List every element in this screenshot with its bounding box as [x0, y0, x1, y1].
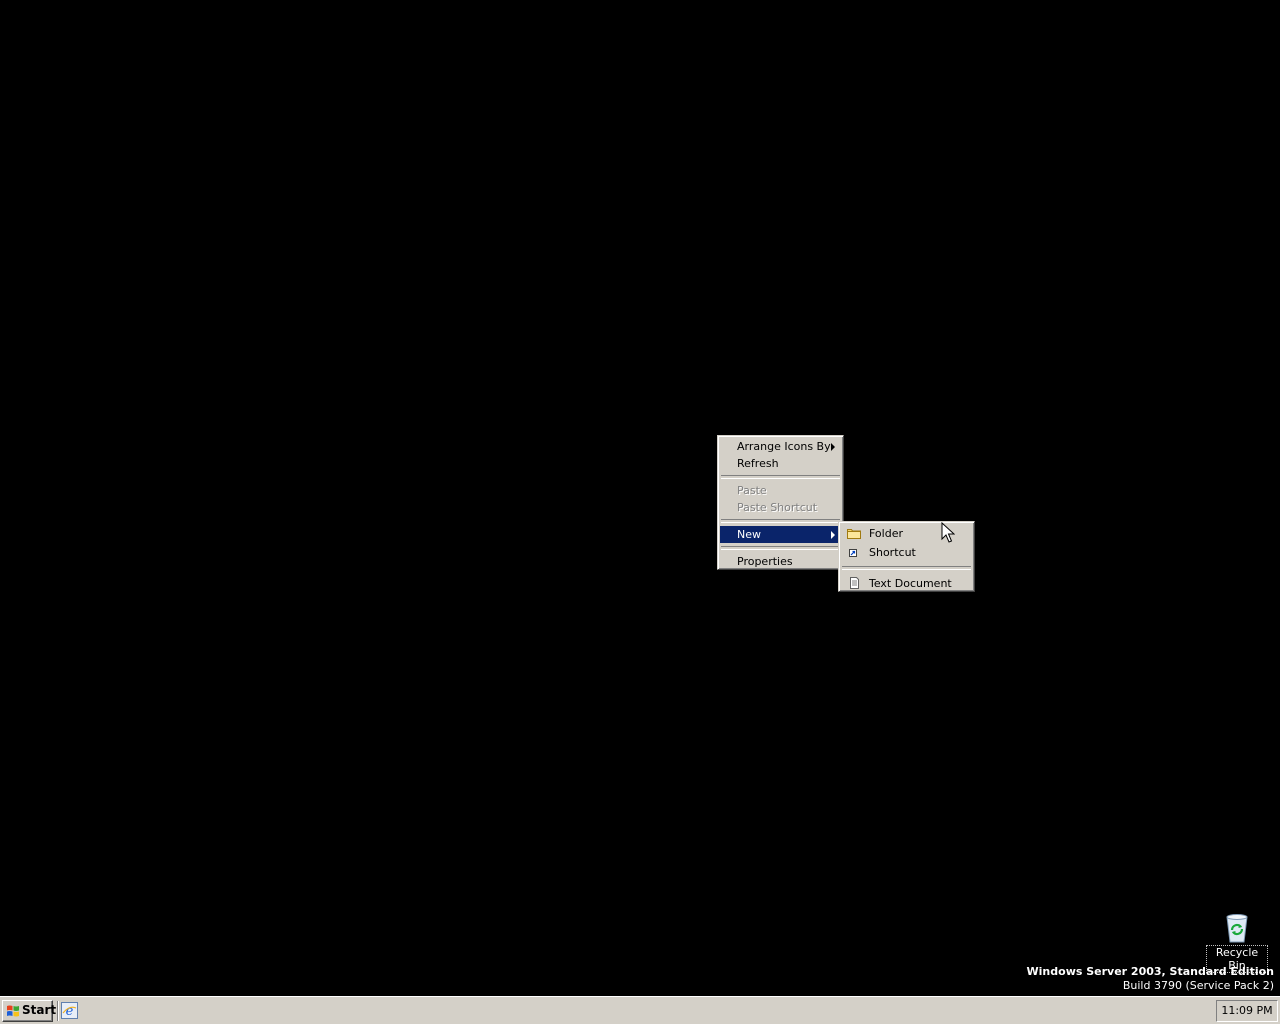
menu-item-label: Arrange Icons By: [737, 440, 831, 453]
svg-text:e: e: [66, 1004, 74, 1019]
submenu-item-shortcut[interactable]: Shortcut: [841, 543, 972, 562]
menu-separator: [721, 546, 840, 550]
clock-text: 11:09 PM: [1221, 1004, 1273, 1017]
internet-explorer-icon[interactable]: e: [61, 1002, 78, 1019]
menu-item-label: New: [737, 528, 761, 541]
menu-item-label: Shortcut: [869, 546, 916, 559]
quick-launch-separator: [57, 1001, 59, 1021]
menu-separator: [721, 519, 840, 523]
folder-icon: [847, 529, 861, 539]
menu-item-label: Refresh: [737, 457, 779, 470]
menu-item-new[interactable]: New: [720, 526, 841, 543]
menu-item-label: Paste Shortcut: [737, 501, 818, 514]
start-label: Start: [22, 1003, 57, 1017]
menu-item-label: Properties: [737, 555, 793, 568]
windows-logo-icon: [7, 1005, 19, 1017]
menu-item-label: Paste: [737, 484, 767, 497]
menu-separator: [842, 566, 971, 570]
taskbar: Start e 11:09 PM: [0, 996, 1280, 1024]
recycle-bin-icon: [1226, 914, 1248, 943]
mouse-cursor-icon: [941, 522, 955, 543]
os-edition-text: Windows Server 2003, Standard Edition: [1026, 965, 1274, 978]
start-button[interactable]: Start: [2, 1000, 57, 1022]
menu-item-paste[interactable]: Paste: [720, 482, 841, 499]
menu-item-arrange-icons-by[interactable]: Arrange Icons By: [720, 438, 841, 455]
menu-item-label: Folder: [869, 527, 903, 540]
desktop-context-menu: Arrange Icons By Refresh Paste Paste Sho…: [717, 435, 844, 570]
os-build-text: Build 3790 (Service Pack 2): [1122, 979, 1274, 992]
desktop[interactable]: Arrange Icons By Refresh Paste Paste Sho…: [0, 0, 1280, 996]
submenu-arrow-icon: [831, 531, 835, 539]
os-version-watermark: Windows Server 2003, Standard Edition Bu…: [1027, 964, 1274, 992]
menu-item-properties[interactable]: Properties: [720, 553, 841, 570]
shortcut-icon: [849, 549, 857, 557]
submenu-arrow-icon: [831, 443, 835, 451]
menu-item-paste-shortcut[interactable]: Paste Shortcut: [720, 499, 841, 516]
menu-separator: [721, 475, 840, 479]
system-tray-clock[interactable]: 11:09 PM: [1216, 1000, 1278, 1022]
submenu-item-text-document[interactable]: Text Document: [841, 574, 972, 593]
menu-item-label: Text Document: [869, 577, 952, 590]
text-document-icon: [850, 577, 859, 589]
menu-item-refresh[interactable]: Refresh: [720, 455, 841, 472]
